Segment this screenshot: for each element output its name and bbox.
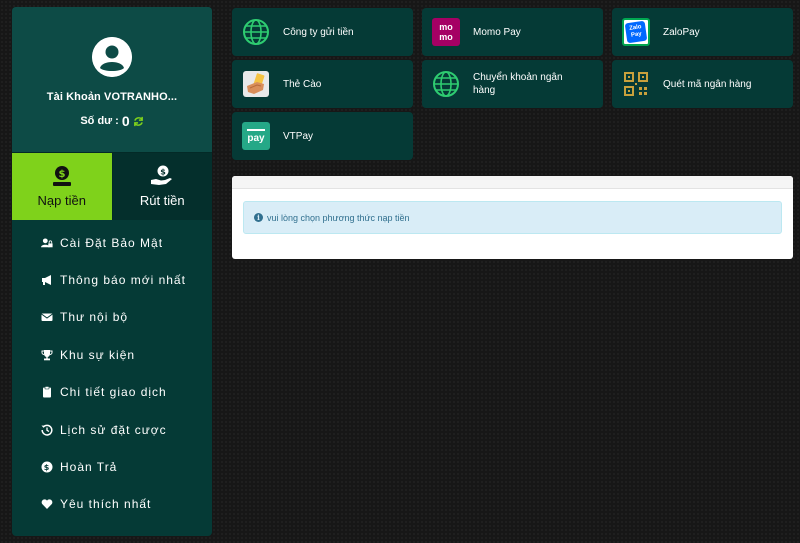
envelope-icon [41,313,53,322]
svg-text:$: $ [44,463,51,472]
megaphone-icon [42,275,51,286]
sidebar: Tài Khoản VOTRANHO... Số dư : 0 $ Nạp ti… [12,7,212,536]
tab-withdraw-label: Rút tiền [139,193,185,208]
menu-item-label: Lịch sử đặt cược [60,422,167,437]
tab-withdraw[interactable]: $ Rút tiền [111,153,212,220]
tab-deposit-label: Nạp tiền [37,193,86,208]
history-icon [41,424,53,436]
zalopay-logo-text: Zalo Pay [628,24,643,39]
scratch-card-icon [243,71,269,97]
pay-method-label: Công ty gửi tiền [283,26,354,38]
pay-method-label: Momo Pay [473,26,521,38]
balance-value: 0 [121,113,130,129]
menu-item-inbox[interactable]: Thư nội bộ [12,299,212,336]
menu-item-label: Chi tiết giao dịch [60,385,167,400]
dollar-circle-icon: $ [41,461,53,473]
menu-item-favorites[interactable]: Yêu thích nhất [12,486,212,523]
clipboard-icon [43,386,51,398]
pay-method-label: Chuyển khoản ngân hàng [473,72,563,96]
menu-item-refund[interactable]: $ Hoàn Trả [12,448,212,485]
pay-method-label: Quét mã ngân hàng [663,78,752,90]
profile-card: Tài Khoản VOTRANHO... Số dư : 0 [12,7,212,152]
menu-item-label: Hoàn Trả [60,460,118,475]
pay-method-bank-qr[interactable]: Quét mã ngân hàng [612,60,793,108]
balance-label: Số dư : [80,115,119,127]
qr-code-icon [624,72,648,96]
zalopay-logo-icon: Zalo Pay [622,18,650,46]
info-icon: i [254,213,263,222]
pay-method-label: ZaloPay [663,26,700,38]
info-alert-text: vui lòng chọn phương thức nạp tiền [267,212,410,223]
pay-method-label: Thẻ Cào [283,78,322,90]
menu-item-events[interactable]: Khu sự kiện [12,336,212,373]
pay-method-momo[interactable]: mo mo Momo Pay [422,8,603,56]
menu-item-transactions[interactable]: Chi tiết giao dịch [12,374,212,411]
momo-logo-text: mo mo [439,22,453,42]
pay-method-company-deposit[interactable]: Công ty gửi tiền [232,8,413,56]
momo-logo-icon: mo mo [432,18,460,46]
pay-method-vtpay[interactable]: pay VTPay [232,112,413,160]
hand-withdraw-icon: $ [151,165,173,185]
coin-deposit-icon: $ [52,166,71,186]
pay-method-scratch-card[interactable]: Thẻ Cào [232,60,413,108]
menu-item-label: Khu sự kiện [60,347,136,362]
pay-method-label: VTPay [283,130,314,142]
heart-icon [41,499,53,510]
svg-text:$: $ [160,168,166,177]
refresh-icon[interactable] [133,116,144,127]
menu-item-bet-history[interactable]: Lịch sử đặt cược [12,411,212,448]
deposit-withdraw-tabs: $ Nạp tiền $ Rút tiền [12,152,212,220]
user-lock-icon [41,238,53,247]
tab-deposit[interactable]: $ Nạp tiền [12,153,112,220]
svg-text:$: $ [58,169,65,180]
globe-icon [243,19,269,45]
deposit-panel: i vui lòng chọn phương thức nạp tiền [232,176,793,259]
menu-item-label: Thông báo mới nhất [60,273,186,288]
globe-icon [433,71,459,97]
user-avatar-icon [92,37,132,77]
pay-method-zalopay[interactable]: Zalo Pay ZaloPay [612,8,793,56]
pay-method-bank-transfer[interactable]: Chuyển khoản ngân hàng [422,60,603,108]
info-alert: i vui lòng chọn phương thức nạp tiền [243,201,782,234]
menu-item-label: Cài Đặt Bảo Mật [60,235,164,250]
menu-item-notifications[interactable]: Thông báo mới nhất [12,261,212,298]
menu-item-label: Yêu thích nhất [60,497,152,512]
balance: Số dư : 0 [12,113,212,129]
vtpay-logo-text: pay [247,132,265,144]
menu-item-security[interactable]: Cài Đặt Bảo Mật [12,224,212,261]
menu-item-label: Thư nội bộ [60,310,129,325]
panel-header [232,176,793,189]
sidebar-menu: Cài Đặt Bảo Mật Thông báo mới nhất Thư n… [12,220,212,523]
vtpay-logo-icon: pay [242,122,270,150]
account-name: Tài Khoản VOTRANHO... [46,91,178,103]
trophy-icon [41,349,53,361]
